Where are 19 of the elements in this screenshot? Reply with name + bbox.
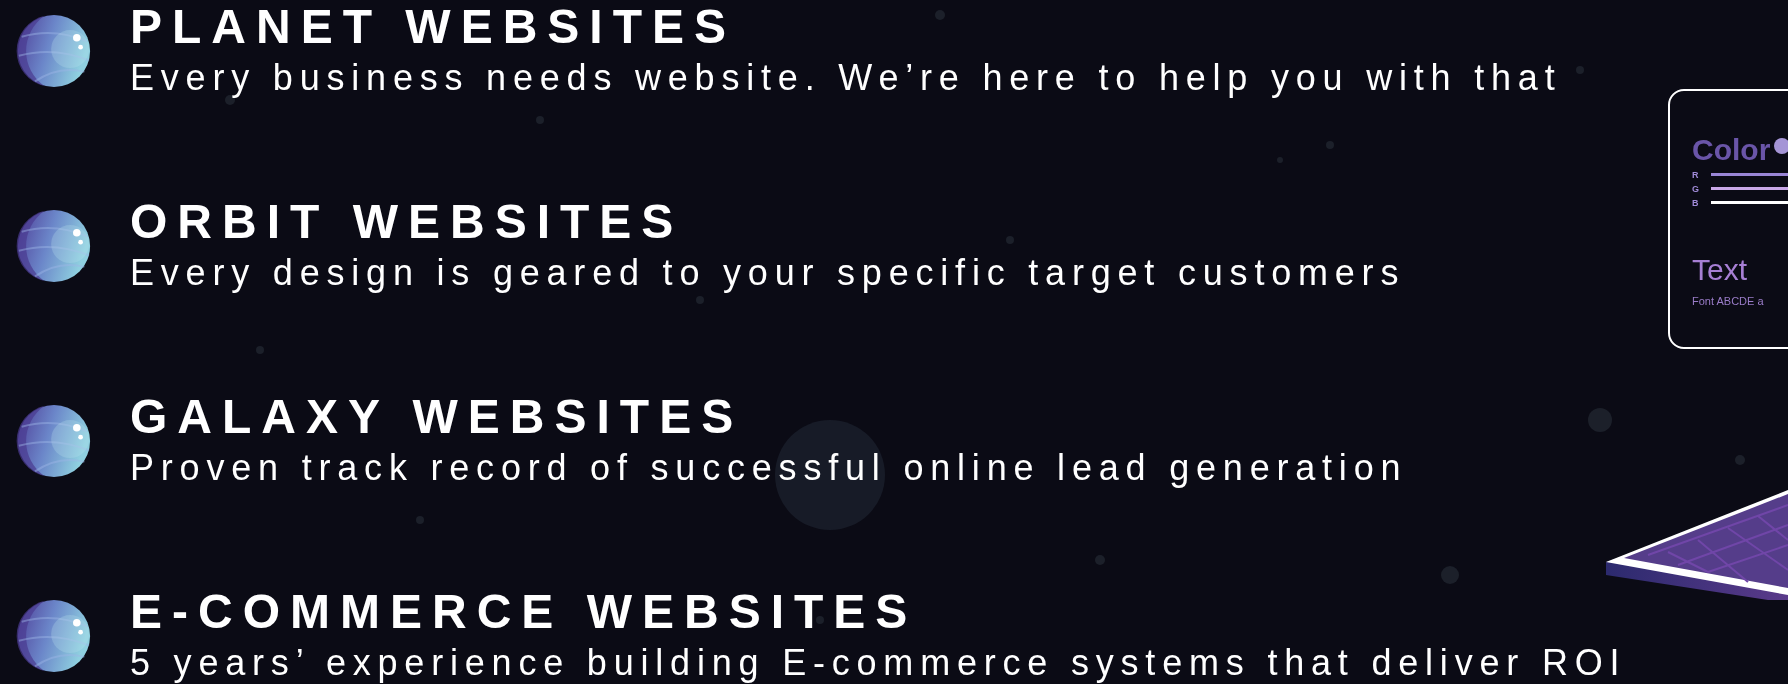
color-label: Color [1692, 133, 1771, 167]
planet-icon [16, 598, 92, 674]
feature-title: GALAXY WEBSITES [130, 392, 745, 442]
feature-title: E-COMMERCE WEBSITES [130, 587, 919, 637]
feature-title: ORBIT WEBSITES [130, 197, 685, 247]
channel-label: B [1692, 197, 1699, 210]
feature-title: PLANET WEBSITES [130, 2, 738, 52]
font-sample: Font ABCDE a [1692, 295, 1765, 307]
swatch-icon [1774, 138, 1788, 154]
feature-description: Every business needs website. We’re here to help you with that [130, 56, 1562, 100]
text-label: Text [1692, 253, 1749, 287]
feature-description: Proven track record of successful online lead generation [130, 446, 1408, 490]
planet-icon [16, 403, 92, 479]
planet-icon [16, 13, 92, 89]
feature-description: 5 years’ experience building E-commerce systems that deliver ROI [130, 641, 1627, 684]
channel-label: R [1692, 169, 1699, 182]
planet-icon [16, 208, 92, 284]
feature-description: Every design is geared to your specific target customers [130, 251, 1406, 295]
channel-label: G [1692, 183, 1699, 196]
